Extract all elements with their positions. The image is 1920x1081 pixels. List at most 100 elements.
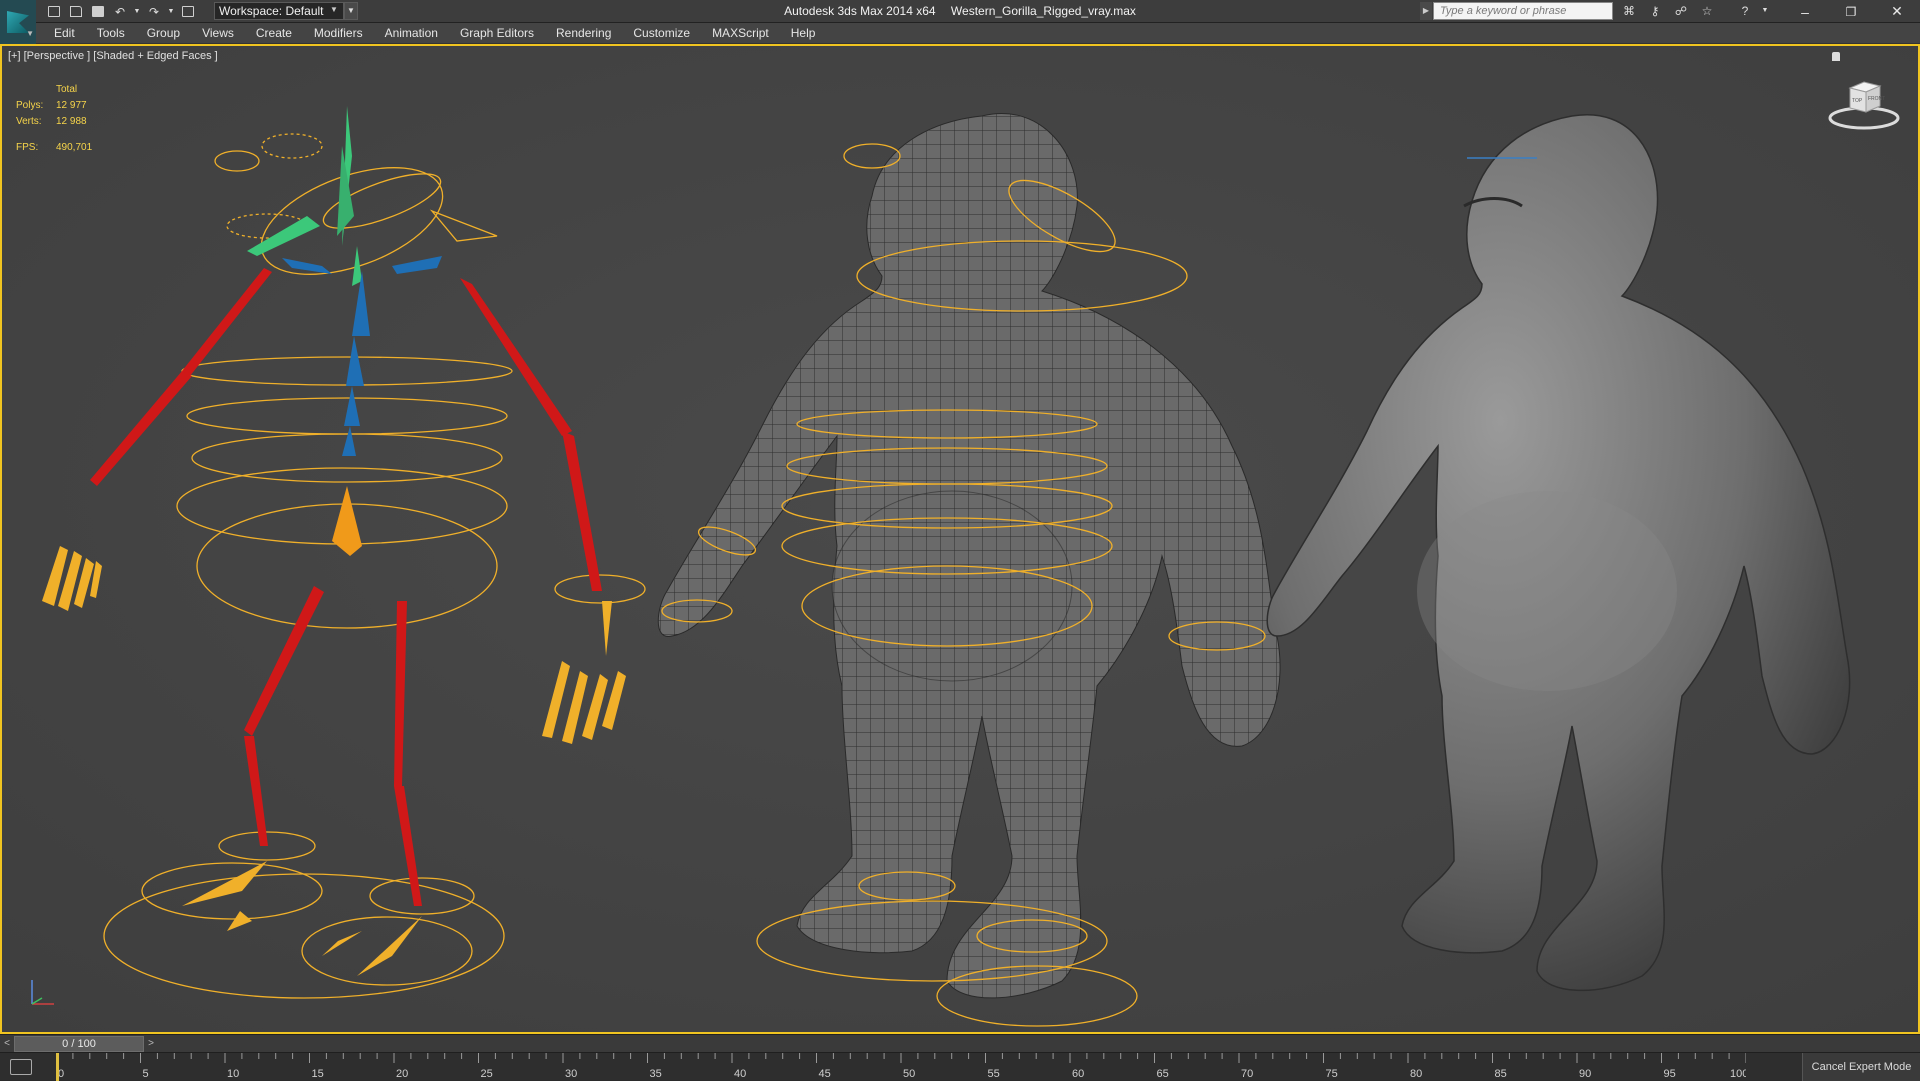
chevron-right-icon: > [148, 1038, 154, 1049]
ruler-label: 80 [1410, 1068, 1422, 1080]
time-slider-prev-button[interactable]: < [0, 1035, 14, 1053]
viewport-lock-icon[interactable] [1832, 52, 1840, 61]
communication-button[interactable]: ☍ [1670, 2, 1692, 19]
chevron-down-icon: ▼ [26, 29, 34, 38]
new-file-button[interactable] [44, 3, 64, 20]
restore-icon: ❐ [1845, 4, 1857, 19]
ruler-label: 65 [1157, 1068, 1169, 1080]
chevron-down-icon: ▼ [1761, 7, 1769, 14]
star-icon: ☆ [1701, 3, 1713, 18]
ruler-label: 75 [1326, 1068, 1338, 1080]
ruler-label: 90 [1579, 1068, 1591, 1080]
open-file-button[interactable] [66, 3, 86, 20]
redo-dropdown[interactable]: ▼ [166, 3, 176, 20]
redo-icon: ↷ [148, 4, 160, 19]
ruler-label: 85 [1495, 1068, 1507, 1080]
viewcube-top-face[interactable]: TOP [1852, 98, 1863, 104]
ruler-label: 70 [1241, 1068, 1253, 1080]
ruler-label: 25 [481, 1068, 493, 1080]
frame-ruler[interactable]: 0 5 10 15 20 25 30 35 40 45 50 55 60 65 70 75 80 85 90 95 10… [56, 1053, 1746, 1081]
binoculars-button[interactable]: ⌘ [1618, 2, 1640, 19]
chevron-down-icon: ▼ [347, 6, 355, 15]
help-icon: ? [1741, 3, 1749, 18]
save-file-button[interactable] [88, 3, 108, 20]
ruler-label: 100 [1730, 1068, 1746, 1080]
ruler-label: 10 [227, 1068, 239, 1080]
ruler-label: 30 [565, 1068, 577, 1080]
save-icon [92, 6, 104, 17]
restore-button[interactable]: ❐ [1828, 0, 1874, 23]
viewcube[interactable]: TOP FRONT [1828, 70, 1900, 132]
undo-button[interactable]: ↶ [110, 3, 130, 20]
viewport-statistics: Total Polys: 12 977 Verts: 12 988 FPS: 490,… [16, 82, 136, 156]
subscription-button[interactable]: ⚷ [1644, 2, 1666, 19]
time-slider-next-button[interactable]: > [144, 1035, 158, 1053]
cancel-expert-mode-button[interactable]: Cancel Expert Mode [1802, 1053, 1920, 1081]
quick-access-toolbar: ↶ ▼ ↷ ▼ [44, 3, 198, 20]
menu-graph-editors[interactable]: Graph Editors [460, 26, 534, 40]
perspective-viewport[interactable]: [+] [Perspective ] [Shaded + Edged Faces… [0, 44, 1920, 1034]
close-button[interactable]: ✕ [1874, 0, 1920, 23]
project-folder-icon [182, 6, 194, 17]
viewport-label-menu[interactable]: [+] [Perspective ] [Shaded + Edged Faces… [8, 50, 218, 62]
stats-verts-value: 12 988 [56, 116, 87, 127]
ruler-label: 35 [650, 1068, 662, 1080]
menu-edit[interactable]: Edit [54, 26, 75, 40]
ruler-label: 95 [1664, 1068, 1676, 1080]
help-button[interactable]: ? [1734, 2, 1756, 19]
open-folder-icon [70, 6, 82, 17]
redo-button[interactable]: ↷ [144, 3, 164, 20]
new-file-icon [48, 6, 60, 17]
search-expand-button[interactable]: ▶ [1420, 2, 1432, 20]
stats-polys-value: 12 977 [56, 100, 87, 111]
menu-views[interactable]: Views [202, 26, 234, 40]
app-name: Autodesk 3ds Max 2014 x64 [784, 4, 936, 18]
project-folder-button[interactable] [178, 3, 198, 20]
ruler-label: 55 [988, 1068, 1000, 1080]
menu-group[interactable]: Group [147, 26, 180, 40]
stats-total-label: Total [56, 84, 78, 95]
minimize-button[interactable]: – [1782, 0, 1828, 23]
viewport-scene[interactable] [2, 46, 1918, 1032]
ruler-label: 40 [734, 1068, 746, 1080]
people-icon: ☍ [1674, 3, 1688, 18]
chevron-down-icon: ▼ [167, 8, 175, 15]
menu-rendering[interactable]: Rendering [556, 26, 611, 40]
menu-maxscript[interactable]: MAXScript [712, 26, 769, 40]
chevron-down-icon: ▼ [133, 8, 141, 15]
favorites-button[interactable]: ☆ [1696, 2, 1718, 19]
help-dropdown[interactable]: ▼ [1760, 2, 1770, 19]
ruler-label: 15 [312, 1068, 324, 1080]
ruler-label: 5 [143, 1068, 149, 1080]
chevron-down-icon: ▼ [330, 5, 338, 14]
axis-tripod [31, 980, 54, 1005]
ruler-label: 60 [1072, 1068, 1084, 1080]
workspace-selector[interactable]: Workspace: Default [214, 2, 344, 20]
menu-create[interactable]: Create [256, 26, 292, 40]
undo-dropdown[interactable]: ▼ [132, 3, 142, 20]
time-slider[interactable]: < 0 / 100 > [0, 1034, 1920, 1052]
close-icon: ✕ [1891, 3, 1903, 19]
file-name: Western_Gorilla_Rigged_vray.max [950, 4, 1136, 18]
time-slider-thumb[interactable]: 0 / 100 [14, 1036, 144, 1052]
track-bar: 0 5 10 15 20 25 30 35 40 45 50 55 60 65 70 75 80 85 90 95 10… [0, 1052, 1920, 1081]
chevron-right-icon: ▶ [1422, 6, 1430, 15]
menu-animation[interactable]: Animation [385, 26, 438, 40]
app-menu-button[interactable]: ▼ [0, 0, 36, 44]
menu-customize[interactable]: Customize [633, 26, 690, 40]
stats-fps-value: 490,701 [56, 142, 93, 153]
undo-icon: ↶ [114, 4, 126, 19]
current-frame-marker[interactable] [56, 1053, 59, 1081]
minimize-icon: – [1801, 3, 1809, 20]
menu-bar: Edit Tools Group Views Create Modifiers … [36, 23, 1920, 44]
menu-help[interactable]: Help [791, 26, 816, 40]
binoculars-icon: ⌘ [1623, 3, 1635, 18]
open-mini-curve-editor-button[interactable] [10, 1059, 32, 1075]
quick-access-customize-button[interactable]: ▼ [344, 2, 358, 20]
ruler-label: 45 [819, 1068, 831, 1080]
menu-tools[interactable]: Tools [97, 26, 125, 40]
search-input[interactable] [1433, 2, 1613, 20]
menu-modifiers[interactable]: Modifiers [314, 26, 363, 40]
viewcube-front-face[interactable]: FRONT [1868, 96, 1885, 102]
infocenter-toolbar: ⌘ ⚷ ☍ ☆ ? ▼ [1618, 2, 1770, 19]
